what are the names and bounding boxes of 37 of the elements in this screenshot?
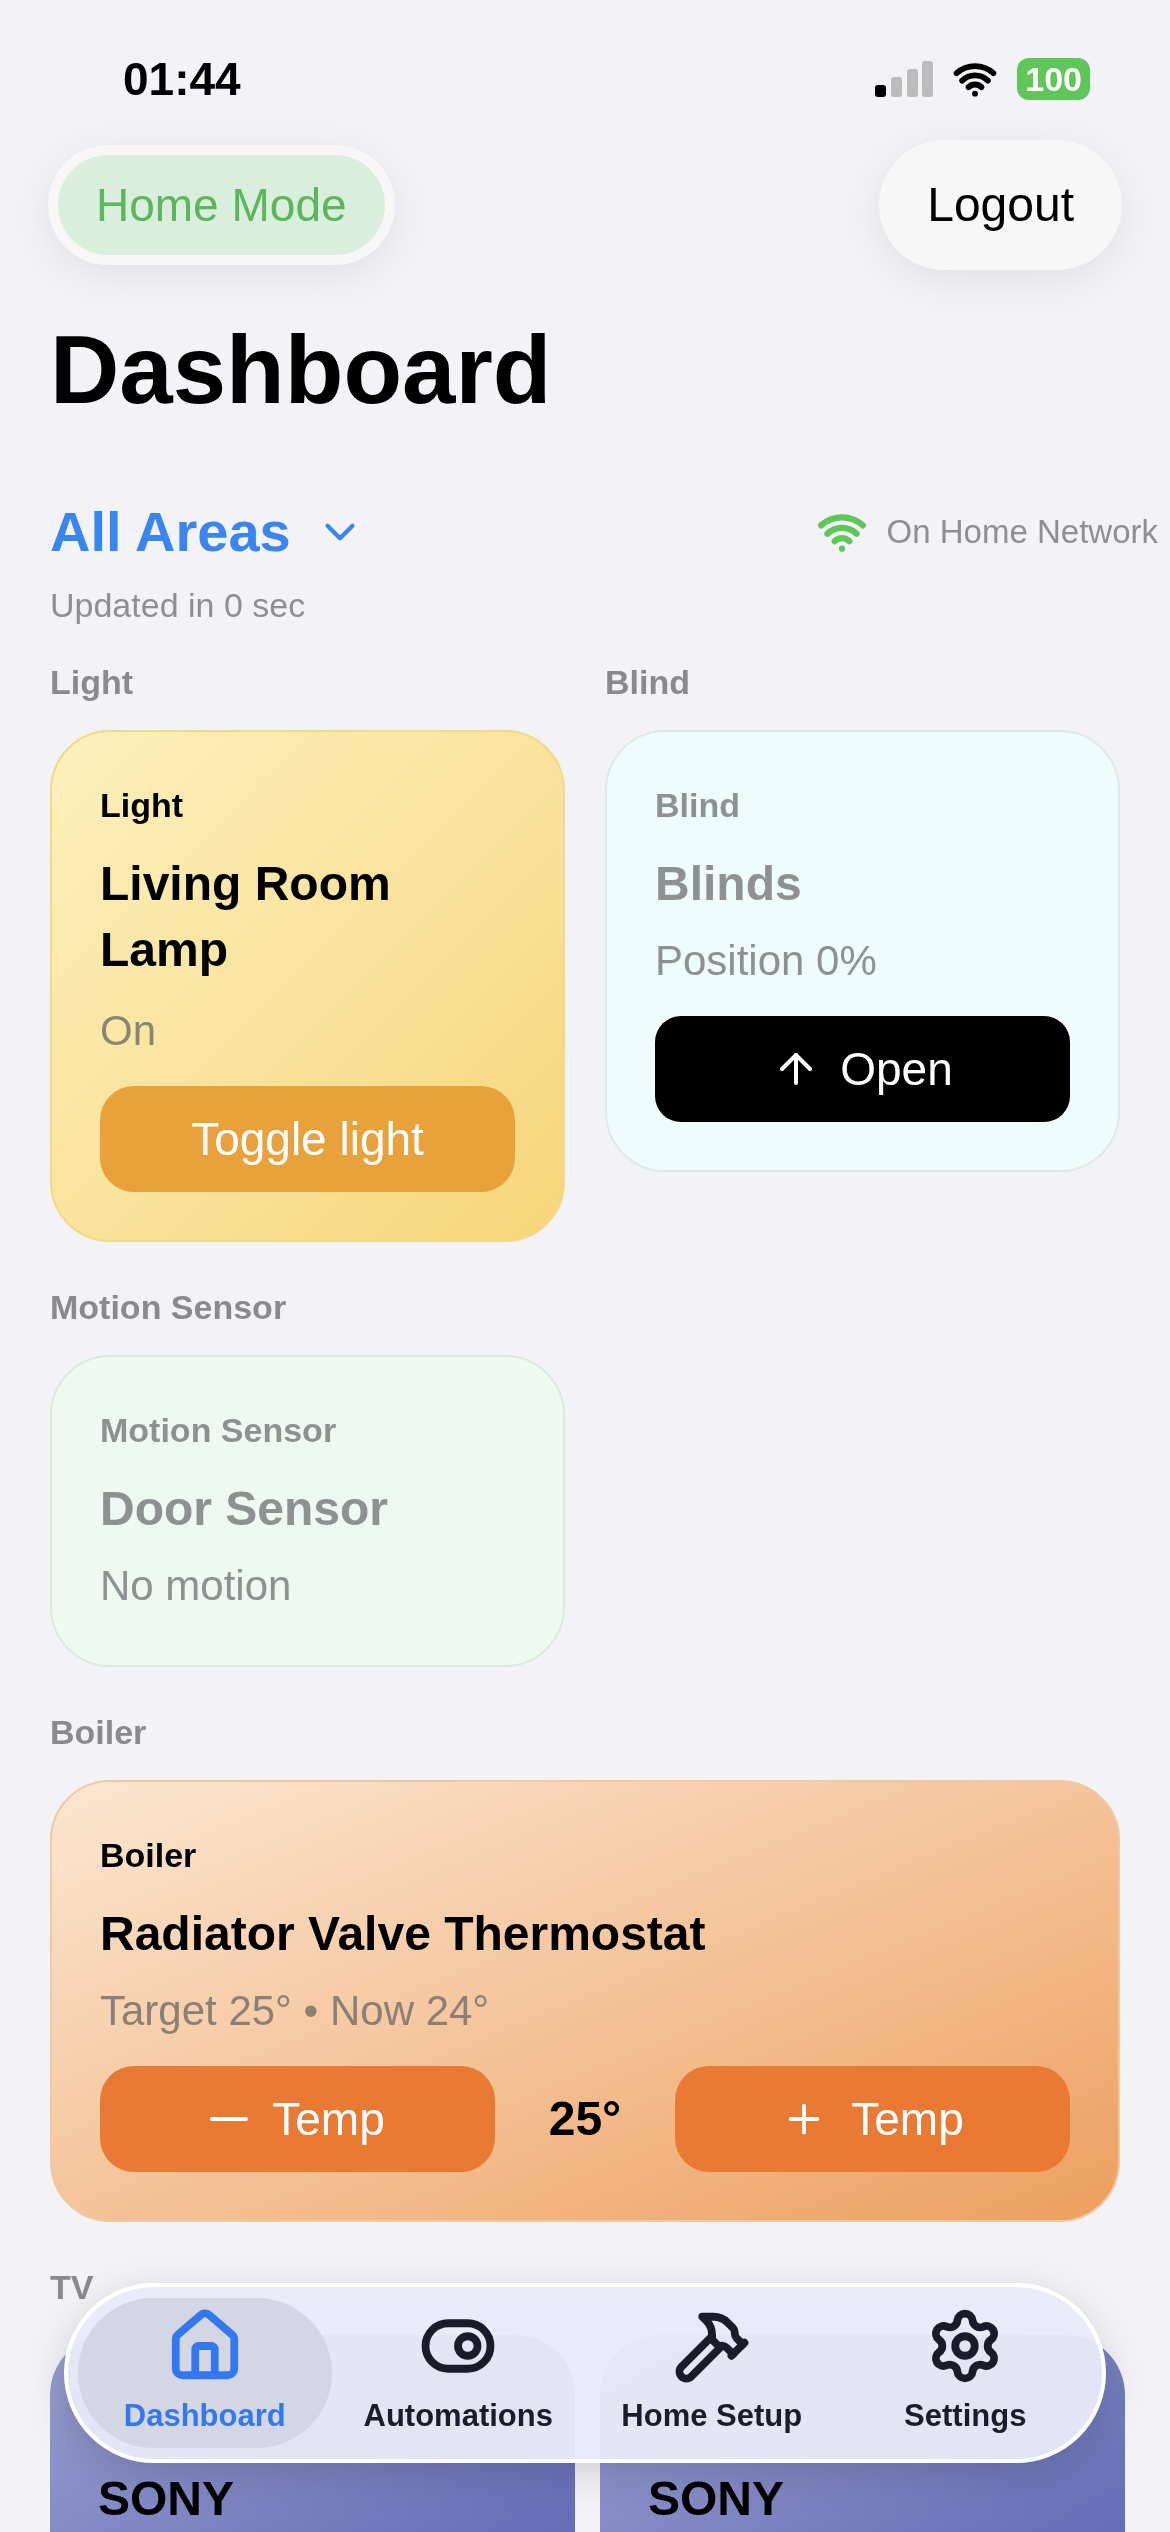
section-label: Boiler bbox=[50, 1712, 148, 1753]
device-name: SONY bbox=[648, 2472, 785, 2525]
area-selector[interactable]: All Areas bbox=[50, 490, 365, 574]
device-status: Target 25° • Now 24° bbox=[100, 1986, 491, 2036]
device-status: On bbox=[100, 1006, 158, 1056]
device-name: Blinds bbox=[655, 856, 803, 912]
home-mode-button[interactable]: Home Mode bbox=[58, 155, 385, 255]
minus-icon bbox=[210, 2117, 249, 2121]
tab-item[interactable]: Settings bbox=[838, 2298, 1092, 2448]
signal-icon bbox=[875, 61, 934, 97]
updated-text: Updated in 0 sec bbox=[49, 585, 307, 626]
tab-item[interactable]: Home Setup bbox=[585, 2298, 839, 2448]
toggle-light-button[interactable]: Toggle light bbox=[100, 1086, 515, 1192]
setpoint-value: 25° bbox=[547, 2091, 623, 2147]
network-status: On Home Network bbox=[886, 512, 1158, 553]
device-name: SONY bbox=[98, 2472, 235, 2525]
device-name: Door Sensor bbox=[100, 1481, 390, 1537]
section-label: Motion Sensor bbox=[50, 1287, 288, 1328]
device-status: No motion bbox=[100, 1561, 293, 1611]
tab-item[interactable]: Dashboard bbox=[78, 2298, 332, 2448]
logout-button[interactable]: Logout bbox=[879, 140, 1122, 270]
section-label: Light bbox=[50, 662, 135, 703]
tab-item[interactable]: Automations bbox=[331, 2298, 585, 2448]
device-type: Light bbox=[100, 785, 185, 826]
device-type: Motion Sensor bbox=[100, 1410, 338, 1451]
status-time: 01:44 bbox=[123, 51, 241, 107]
device-status: Position 0% bbox=[655, 936, 878, 986]
device-type: Boiler bbox=[100, 1835, 198, 1876]
page-title: Dashboard bbox=[49, 315, 553, 425]
device-name: Radiator Valve Thermostat bbox=[100, 1906, 707, 1962]
decrease-temp-button[interactable]: Temp bbox=[100, 2066, 495, 2172]
battery-level: 100 bbox=[1017, 58, 1090, 100]
device-type: Blind bbox=[655, 785, 741, 826]
open-button[interactable]: Open bbox=[655, 1016, 1070, 1122]
section-label: Blind bbox=[605, 662, 691, 703]
increase-temp-button[interactable]: Temp bbox=[675, 2066, 1070, 2172]
device-name: Living Room Lamp bbox=[100, 856, 392, 978]
